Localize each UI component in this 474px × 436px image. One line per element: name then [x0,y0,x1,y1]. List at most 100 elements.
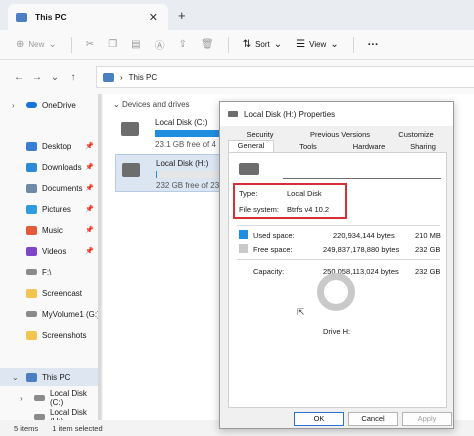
address-bar[interactable]: › This PC [96,66,474,88]
new-button[interactable]: ⊕ New ⌄ [16,39,57,50]
drive-icon [121,122,139,136]
drive-icon [122,163,140,177]
used-space-swatch [239,230,248,239]
new-tab-button[interactable]: + [178,8,186,23]
sidebar-item-local-disk-h[interactable]: Local Disk (H:) [0,408,100,420]
sidebar-scrollbar[interactable] [98,94,101,420]
rename-icon: Ⓐ [154,41,165,52]
tab-title: This PC [35,12,67,22]
command-bar: ⊕ New ⌄ ✂ ❐ ▤ Ⓐ ⇪ 🗑 ⇅ Sort ⌄ ☰ View ⌄ ··… [0,30,474,60]
pin-icon[interactable]: 📌 [85,163,94,171]
forward-arrow-icon[interactable]: → [28,72,46,83]
sidebar-item-pictures[interactable]: Pictures 📌 [0,200,100,218]
sort-icon: ⇅ [242,39,252,50]
clipboard-icon: ▤ [131,39,141,50]
address-separator: › [120,72,123,82]
share-button[interactable]: ⇪ [179,39,187,50]
address-path: This PC [128,72,158,82]
recent-chevron-icon[interactable]: ⌄ [46,72,64,83]
sidebar-item-label: This PC [42,372,71,382]
sidebar-item-myvolume1[interactable]: MyVolume1 (G:) [0,305,100,323]
drive-free-text: 232 GB free of 23 [156,181,220,190]
sidebar-item-local-disk-c[interactable]: › Local Disk (C:) [0,389,100,407]
back-arrow-icon[interactable]: ← [10,72,28,83]
sidebar-item-screenshots[interactable]: Screenshots [0,326,100,344]
pin-icon[interactable]: 📌 [85,142,94,150]
sidebar-item-documents[interactable]: Documents 📌 [0,179,100,197]
filesystem-label: File system: [239,205,280,214]
sidebar-item-label: Videos [42,246,67,256]
sidebar-item-downloads[interactable]: Downloads 📌 [0,158,100,176]
pin-icon[interactable]: 📌 [85,205,94,213]
sort-label: Sort [255,40,270,49]
group-label: Devices and drives [121,100,190,109]
divider [237,259,440,260]
pictures-icon [26,204,37,214]
sort-button[interactable]: ⇅ Sort ⌄ [243,39,282,50]
group-header[interactable]: ⌄ Devices and drives [113,100,190,109]
share-icon: ⇪ [178,39,187,50]
tab-security[interactable]: Security [228,130,292,139]
sidebar-item-label: Local Disk (C:) [50,389,87,407]
up-arrow-icon[interactable]: ↑ [64,72,82,83]
selection-count: 1 item selected [52,423,103,433]
close-tab-icon[interactable]: ✕ [149,11,158,24]
tab-hardware[interactable]: Hardware [342,142,396,151]
free-space-swatch [239,244,248,253]
drive-icon [34,395,45,401]
copy-button[interactable]: ❐ [108,39,117,50]
sidebar-item-label: Screencast [42,288,83,298]
tab-tools[interactable]: Tools [288,142,328,151]
dialog-title: Local Disk (H:) Properties [244,109,336,119]
drive-name: Local Disk (C:) [155,118,208,127]
apply-button[interactable]: Apply [402,412,452,426]
chevron-down-icon: ⌄ [48,39,57,50]
free-space-size: 232 GB [415,245,441,254]
tab-sharing[interactable]: Sharing [400,142,446,151]
tab-previous-versions[interactable]: Previous Versions [298,130,382,139]
sidebar-item-label: Screenshots [42,330,87,340]
tab-general[interactable]: General [228,140,274,152]
sidebar-item-this-pc[interactable]: ⌄ This PC [0,368,100,386]
used-space-size: 210 MB [415,231,441,240]
pc-icon [16,12,27,22]
folder-icon [26,330,37,340]
sidebar-item-onedrive[interactable]: › OneDrive [0,96,100,114]
pin-icon[interactable]: 📌 [85,226,94,234]
pin-icon[interactable]: 📌 [85,184,94,192]
sidebar-item-label: F:\ [42,267,52,277]
used-space-label: Used space: [253,231,295,240]
filesystem-value: Btrfs v4 10.2 [287,205,330,214]
sidebar-item-videos[interactable]: Videos 📌 [0,242,100,260]
drive-icon [239,163,259,175]
drive-name-row [239,163,259,175]
more-button[interactable]: ··· [368,39,379,51]
chevron-down-icon: ⌄ [330,39,339,50]
sidebar-item-screencast[interactable]: Screencast [0,284,100,302]
drive-tile-h[interactable]: Local Disk (H:) 232 GB free of 23 [115,154,276,192]
sidebar-item-f-drive[interactable]: F:\ [0,263,100,281]
paste-button[interactable]: ▤ [131,39,140,50]
sidebar-item-label: Desktop [42,141,72,151]
chevron-down-icon: ⌄ [113,100,120,109]
sidebar-item-music[interactable]: Music 📌 [0,221,100,239]
pin-icon[interactable]: 📌 [85,247,94,255]
divider [237,225,440,226]
scissors-icon: ✂ [85,39,95,50]
tab-customize[interactable]: Customize [386,130,446,139]
tab-this-pc[interactable]: This PC ✕ [8,4,168,30]
delete-button[interactable]: 🗑 [201,39,214,50]
view-button[interactable]: ☰ View ⌄ [296,39,339,50]
pc-icon [103,72,114,82]
dialog-title-bar[interactable]: Local Disk (H:) Properties [220,102,453,126]
rename-button[interactable]: Ⓐ [155,37,165,52]
cut-button[interactable]: ✂ [86,39,94,50]
drive-tile-c[interactable]: Local Disk (C:) 23.1 GB free of 4 [115,114,275,152]
sidebar-item-label: Local Disk (H:) [50,408,87,420]
free-space-bytes: 249,837,178,880 bytes [323,245,400,254]
drive-label-field[interactable] [283,163,441,179]
cancel-button[interactable]: Cancel [348,412,398,426]
tab-bar: This PC ✕ + [0,0,474,30]
sidebar-item-desktop[interactable]: Desktop 📌 [0,137,100,155]
ok-button[interactable]: OK [294,412,344,426]
